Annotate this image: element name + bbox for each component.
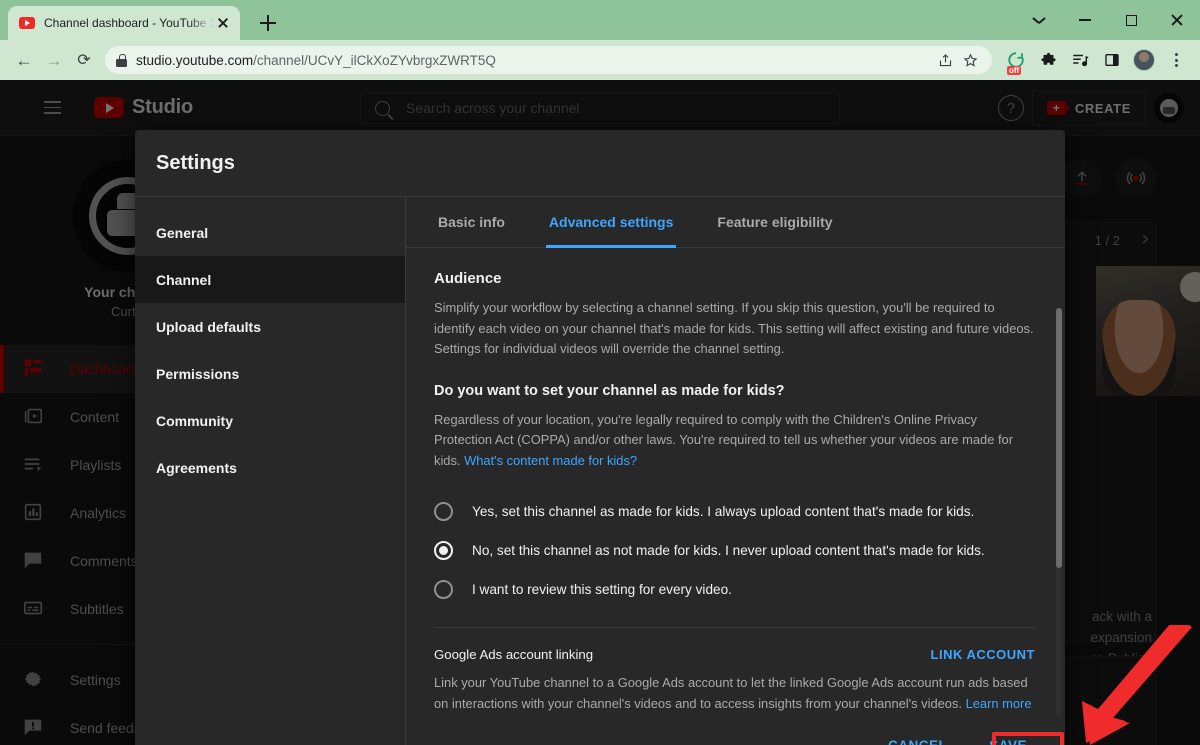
extension-off-icon[interactable]: off xyxy=(1001,45,1031,75)
browser-tab-strip: Channel dashboard - YouTube St xyxy=(0,0,1200,40)
google-ads-description: Link your YouTube channel to a Google Ad… xyxy=(434,673,1034,714)
forward-button[interactable]: → xyxy=(39,45,69,75)
tab-label: Basic info xyxy=(438,214,505,230)
reading-list-icon[interactable] xyxy=(1065,45,1095,75)
dialog-nav-label: Channel xyxy=(156,271,212,288)
dialog-scrollbar[interactable] xyxy=(1056,308,1062,715)
cancel-button[interactable]: CANCEL xyxy=(878,730,957,745)
minimize-icon[interactable] xyxy=(1062,0,1108,40)
url-text: studio.youtube.com/channel/UCvY_ilCkXoZY… xyxy=(136,53,496,68)
tab-label: Feature eligibility xyxy=(717,214,833,230)
scrollbar-thumb[interactable] xyxy=(1056,308,1062,568)
radio-option-review-each-video[interactable]: I want to review this setting for every … xyxy=(434,570,1035,609)
tab-basic-info[interactable]: Basic info xyxy=(416,197,527,248)
radio-label: No, set this channel as not made for kid… xyxy=(472,543,985,558)
save-button[interactable]: SAVE xyxy=(979,730,1037,745)
share-icon[interactable] xyxy=(934,49,956,71)
google-ads-row: Google Ads account linking LINK ACCOUNT xyxy=(434,647,1035,662)
forward-arrow-icon: → xyxy=(45,50,63,70)
tab-close-icon[interactable] xyxy=(214,14,232,32)
youtube-favicon-icon xyxy=(19,17,35,29)
audience-description: Simplify your workflow by selecting a ch… xyxy=(434,300,1034,356)
content-divider xyxy=(434,627,1035,628)
dialog-nav-label: General xyxy=(156,224,209,241)
settings-dialog: Settings General Channel Upload defaults… xyxy=(135,130,1065,745)
window-close-icon[interactable] xyxy=(1154,0,1200,40)
radio-label: Yes, set this channel as made for kids. … xyxy=(472,504,975,519)
google-ads-title: Google Ads account linking xyxy=(434,647,594,662)
url-domain: studio.youtube.com xyxy=(136,52,254,68)
dialog-nav-label: Permissions xyxy=(156,365,240,382)
extension-off-badge: off xyxy=(1007,66,1022,75)
browser-toolbar: ← → ⟳ studio.youtube.com/channel/UCvY_il… xyxy=(0,40,1200,80)
radio-icon[interactable] xyxy=(434,502,453,521)
browser-tab-active[interactable]: Channel dashboard - YouTube St xyxy=(8,6,240,40)
back-button[interactable]: ← xyxy=(9,45,39,75)
dialog-tabs: Basic info Advanced settings Feature eli… xyxy=(406,197,1065,248)
learn-more-link[interactable]: Learn more xyxy=(966,696,1032,711)
radio-label: I want to review this setting for every … xyxy=(472,582,732,597)
address-bar[interactable]: studio.youtube.com/channel/UCvY_ilCkXoZY… xyxy=(105,46,992,74)
radio-icon[interactable] xyxy=(434,580,453,599)
dialog-nav-general[interactable]: General xyxy=(135,209,405,256)
tab-feature-eligibility[interactable]: Feature eligibility xyxy=(695,197,854,248)
audience-radio-group: Yes, set this channel as made for kids. … xyxy=(434,492,1035,609)
dialog-footer: CANCEL SAVE xyxy=(406,715,1065,745)
dialog-main-panel: Basic info Advanced settings Feature eli… xyxy=(406,197,1065,745)
browser-tab-title: Channel dashboard - YouTube St xyxy=(44,16,214,30)
maximize-icon[interactable] xyxy=(1108,0,1154,40)
radio-option-no[interactable]: No, set this channel as not made for kid… xyxy=(434,531,1035,570)
link-account-button[interactable]: LINK ACCOUNT xyxy=(931,647,1035,662)
dialog-nav-agreements[interactable]: Agreements xyxy=(135,444,405,491)
dialog-nav-label: Upload defaults xyxy=(156,318,262,335)
tab-advanced-settings[interactable]: Advanced settings xyxy=(527,197,695,248)
omnibox-actions xyxy=(934,49,981,71)
toolbar-extension-icons: off xyxy=(1001,45,1191,75)
profile-avatar-icon[interactable] xyxy=(1129,45,1159,75)
tab-label: Advanced settings xyxy=(548,214,674,230)
window-controls xyxy=(1016,0,1200,40)
youtube-studio-app: Studio ? CREATE Your channel Curtis xyxy=(0,80,1200,745)
lock-icon xyxy=(116,53,127,67)
dialog-nav-permissions[interactable]: Permissions xyxy=(135,350,405,397)
reload-icon: ⟳ xyxy=(77,52,91,69)
radio-icon-selected[interactable] xyxy=(434,541,453,560)
url-path: /channel/UCvY_ilCkXoZYvbrgxZWRT5Q xyxy=(253,52,496,68)
dialog-body: General Channel Upload defaults Permissi… xyxy=(135,196,1065,745)
dialog-nav-label: Agreements xyxy=(156,459,237,476)
new-tab-button[interactable] xyxy=(254,9,282,37)
google-ads-text: Link your YouTube channel to a Google Ad… xyxy=(434,675,1028,711)
dialog-title: Settings xyxy=(156,151,235,174)
chevron-down-icon[interactable] xyxy=(1016,0,1062,40)
dialog-nav-channel[interactable]: Channel xyxy=(135,256,405,303)
chrome-menu-icon[interactable] xyxy=(1161,45,1191,75)
dialog-nav-label: Community xyxy=(156,412,233,429)
coppa-paragraph: Regardless of your location, you're lega… xyxy=(434,410,1034,472)
side-panel-icon[interactable] xyxy=(1097,45,1127,75)
dialog-content-area: Audience Simplify your workflow by selec… xyxy=(406,248,1065,715)
dialog-nav-upload-defaults[interactable]: Upload defaults xyxy=(135,303,405,350)
puzzle-extensions-icon[interactable] xyxy=(1033,45,1063,75)
radio-option-yes[interactable]: Yes, set this channel as made for kids. … xyxy=(434,492,1035,531)
whats-content-made-for-kids-link[interactable]: What's content made for kids? xyxy=(464,453,637,468)
audience-heading: Audience xyxy=(434,270,502,287)
dialog-nav-community[interactable]: Community xyxy=(135,397,405,444)
bookmark-star-icon[interactable] xyxy=(959,49,981,71)
dialog-sidebar: General Channel Upload defaults Permissi… xyxy=(135,197,406,745)
screenshot-root: Channel dashboard - YouTube St ← → ⟳ stu… xyxy=(0,0,1200,745)
reload-button[interactable]: ⟳ xyxy=(69,45,99,75)
audience-question: Do you want to set your channel as made … xyxy=(434,382,785,399)
back-arrow-icon: ← xyxy=(15,50,33,70)
